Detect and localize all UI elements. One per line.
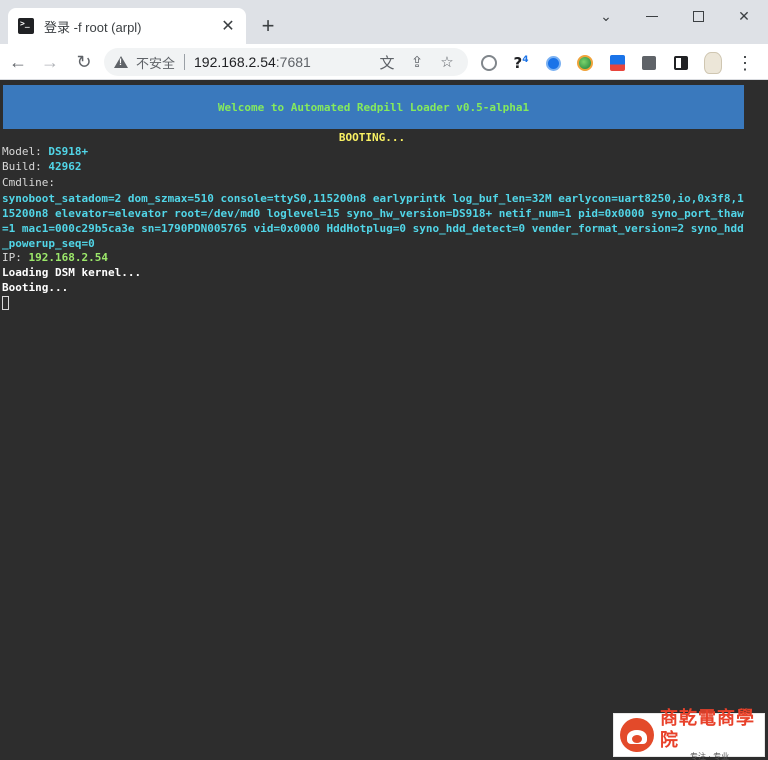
address-bar[interactable]: 不安全 192.168.2.54 :7681 文 ⇪ ☆ (104, 48, 468, 76)
build-value: 42962 (48, 160, 82, 173)
model-line: Model: DS918+ (2, 145, 89, 158)
minimize-button[interactable] (628, 0, 676, 32)
window-close-button[interactable]: ✕ (720, 0, 768, 32)
browser-toolbar: ← → ↻ 不安全 192.168.2.54 :7681 文 ⇪ ☆ ?4 ⋮ (0, 44, 768, 80)
maximize-button[interactable] (674, 0, 722, 32)
tab-search-chevron-icon[interactable]: ⌄ (582, 0, 630, 32)
warning-icon[interactable] (114, 56, 128, 68)
cmdline-value: synoboot_satadom=2 dom_szmax=510 console… (2, 192, 744, 250)
watermark-seal-icon (620, 718, 654, 752)
profile-avatar[interactable] (702, 52, 724, 74)
omnibox-divider (184, 54, 186, 70)
reload-button[interactable]: ↻ (70, 48, 98, 76)
watermark-logo: 商乾電商學院 专注 · 专业 (613, 708, 765, 760)
forward-button[interactable]: → (36, 48, 64, 76)
share-icon[interactable]: ⇪ (404, 50, 430, 74)
url-host[interactable]: 192.168.2.54 (194, 54, 276, 70)
ip-line: IP: 192.168.2.54 (2, 251, 108, 264)
minimize-icon (646, 15, 658, 17)
terminal-icon (18, 18, 34, 34)
booting-line: Booting... (2, 281, 69, 294)
model-value: DS918+ (48, 145, 89, 158)
watermark-text: 商乾電商學院 (660, 708, 755, 751)
cmdline-label: Cmdline: (2, 176, 55, 189)
bookmark-star-icon[interactable]: ☆ (434, 50, 460, 74)
back-button[interactable]: ← (4, 48, 32, 76)
watermark-subtext: 专注 · 专业 (690, 752, 730, 760)
terminal-area[interactable]: Welcome to Automated Redpill Loader v0.5… (0, 81, 768, 760)
tab-title: 登录 -f root (arpl) (44, 19, 142, 35)
browser-menu-icon[interactable]: ⋮ (734, 52, 756, 74)
extension-globe-icon[interactable] (574, 52, 596, 74)
extension-gear-icon[interactable] (478, 52, 500, 74)
extension-question-icon[interactable]: ?4 (510, 52, 532, 74)
boot-status-header: BOOTING... (338, 131, 406, 144)
translate-icon[interactable]: 文 (374, 50, 400, 74)
browser-tab[interactable]: 登录 -f root (arpl) ✕ (8, 8, 246, 44)
new-tab-button[interactable]: + (256, 13, 280, 38)
tab-strip: 登录 -f root (arpl) ✕ + ⌄ ✕ (0, 0, 768, 44)
terminal-cursor (2, 296, 9, 310)
url-port[interactable]: :7681 (276, 54, 311, 70)
security-label[interactable]: 不安全 (136, 53, 175, 72)
maximize-icon (692, 10, 704, 22)
loader-banner: Welcome to Automated Redpill Loader v0.5… (3, 85, 744, 129)
tab-close-icon[interactable]: ✕ (218, 16, 238, 36)
side-panel-icon[interactable] (670, 52, 692, 74)
extension-bar-icon[interactable] (606, 52, 628, 74)
build-line: Build: 42962 (2, 160, 82, 173)
ip-value: 192.168.2.54 (28, 251, 108, 264)
extensions-puzzle-icon[interactable] (638, 52, 660, 74)
extension-blue-circle-icon[interactable] (542, 52, 564, 74)
loading-kernel-line: Loading DSM kernel... (2, 266, 142, 279)
